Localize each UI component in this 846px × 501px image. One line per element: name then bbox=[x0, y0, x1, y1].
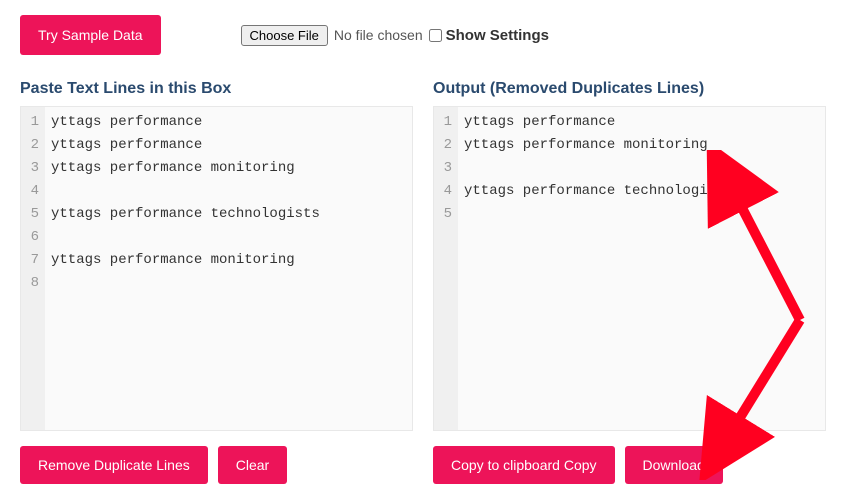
line-number: 3 bbox=[438, 157, 452, 180]
line-number: 4 bbox=[25, 180, 39, 203]
show-settings-label: Show Settings bbox=[446, 27, 549, 44]
line-number: 2 bbox=[25, 134, 39, 157]
output-content: yttags performanceyttags performance mon… bbox=[458, 107, 825, 430]
input-editor[interactable]: 12345678 yttags performanceyttags perfor… bbox=[20, 106, 413, 431]
output-buttons: Copy to clipboard Copy Download bbox=[433, 446, 826, 484]
main-columns: Paste Text Lines in this Box 12345678 yt… bbox=[20, 80, 826, 484]
editor-line: yttags performance monitoring bbox=[51, 249, 406, 272]
editor-line bbox=[51, 272, 406, 295]
editor-line: yttags performance bbox=[464, 111, 819, 134]
clear-button[interactable]: Clear bbox=[218, 446, 287, 484]
no-file-label: No file chosen bbox=[334, 27, 423, 43]
input-header: Paste Text Lines in this Box bbox=[20, 80, 413, 98]
show-settings-checkbox[interactable] bbox=[429, 29, 442, 42]
editor-line: yttags performance bbox=[51, 134, 406, 157]
line-number: 3 bbox=[25, 157, 39, 180]
input-column: Paste Text Lines in this Box 12345678 yt… bbox=[20, 80, 413, 484]
line-number: 5 bbox=[438, 203, 452, 226]
output-gutter: 12345 bbox=[434, 107, 458, 430]
editor-line: yttags performance bbox=[51, 111, 406, 134]
line-number: 1 bbox=[438, 111, 452, 134]
line-number: 5 bbox=[25, 203, 39, 226]
editor-line bbox=[464, 203, 819, 226]
editor-line: yttags performance technologists bbox=[51, 203, 406, 226]
input-content[interactable]: yttags performanceyttags performanceytta… bbox=[45, 107, 412, 430]
line-number: 6 bbox=[25, 226, 39, 249]
file-chooser-area: Choose File No file chosen Show Settings bbox=[241, 25, 549, 46]
output-editor[interactable]: 12345 yttags performanceyttags performan… bbox=[433, 106, 826, 431]
editor-line bbox=[464, 157, 819, 180]
download-button[interactable]: Download bbox=[625, 446, 723, 484]
input-buttons: Remove Duplicate Lines Clear bbox=[20, 446, 413, 484]
line-number: 1 bbox=[25, 111, 39, 134]
line-number: 8 bbox=[25, 272, 39, 295]
editor-line: yttags performance technologists bbox=[464, 180, 819, 203]
editor-line: yttags performance monitoring bbox=[464, 134, 819, 157]
choose-file-button[interactable]: Choose File bbox=[241, 25, 328, 46]
top-controls: Try Sample Data Choose File No file chos… bbox=[20, 15, 826, 55]
line-number: 2 bbox=[438, 134, 452, 157]
editor-line: yttags performance monitoring bbox=[51, 157, 406, 180]
output-header: Output (Removed Duplicates Lines) bbox=[433, 80, 826, 98]
output-column: Output (Removed Duplicates Lines) 12345 … bbox=[433, 80, 826, 484]
line-number: 4 bbox=[438, 180, 452, 203]
show-settings-wrap: Show Settings bbox=[429, 27, 549, 44]
remove-duplicates-button[interactable]: Remove Duplicate Lines bbox=[20, 446, 208, 484]
editor-line bbox=[51, 226, 406, 249]
try-sample-button[interactable]: Try Sample Data bbox=[20, 15, 161, 55]
input-gutter: 12345678 bbox=[21, 107, 45, 430]
editor-line bbox=[51, 180, 406, 203]
line-number: 7 bbox=[25, 249, 39, 272]
copy-button[interactable]: Copy to clipboard Copy bbox=[433, 446, 615, 484]
